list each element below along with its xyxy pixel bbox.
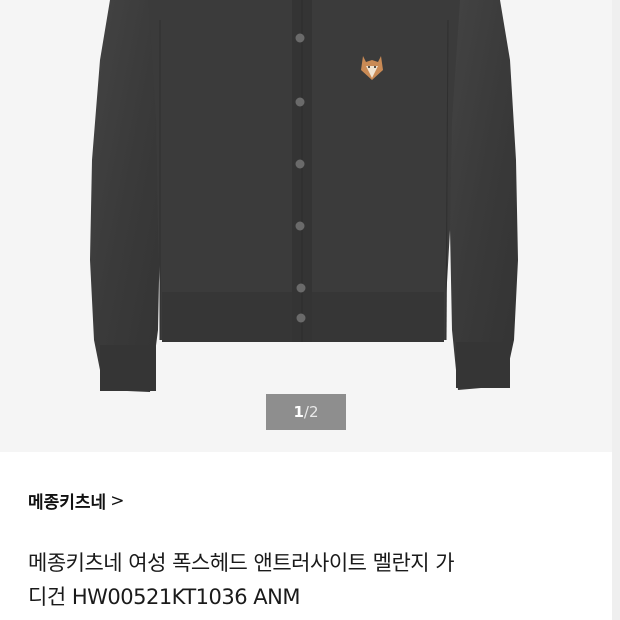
pager-total: 2: [308, 403, 319, 421]
pager-current: 1: [293, 403, 304, 421]
cardigan-product-photo: [90, 0, 518, 392]
chevron-right-icon: >: [110, 490, 125, 511]
scroll-edge: [612, 0, 620, 620]
image-pager-indicator: 1 / 2: [266, 394, 346, 430]
brand-link[interactable]: 메종키츠네 >: [28, 488, 125, 514]
product-title-line-1: 메종키츠네 여성 폭스헤드 앤트러사이트 멜란지 가: [28, 551, 455, 575]
brand-name: 메종키츠네: [28, 493, 107, 513]
product-image-carousel[interactable]: 1 / 2: [0, 0, 612, 452]
product-title-line-2: 디건 HW00521KT1036 ANM: [28, 585, 300, 609]
product-page: 1 / 2 메종키츠네 > 메종키츠네 여성 폭스헤드 앤트러사이트 멜란지 가…: [0, 0, 620, 620]
product-title: 메종키츠네 여성 폭스헤드 앤트러사이트 멜란지 가 디건 HW00521KT1…: [28, 546, 588, 614]
